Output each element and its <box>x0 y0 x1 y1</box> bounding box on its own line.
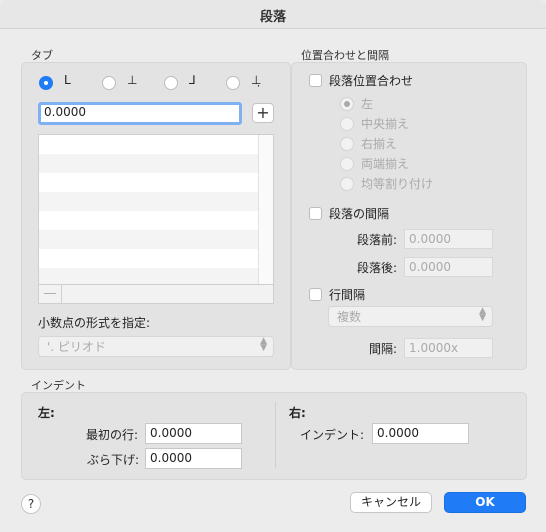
decimal-format-value: '. ピリオド <box>47 340 106 354</box>
paragraph-align-checkbox[interactable] <box>309 74 322 87</box>
tab-position-input[interactable]: 0.0000 <box>38 102 242 125</box>
space-before-label: 段落前: <box>357 233 398 247</box>
first-line-label: 最初の行: <box>86 428 139 442</box>
right-indent-input[interactable]: 0.0000 <box>372 423 469 444</box>
list-row[interactable] <box>39 211 273 230</box>
window-title: 段落 <box>259 10 286 25</box>
remove-tab-button[interactable]: — <box>39 285 62 303</box>
space-after-label: 段落後: <box>357 261 398 275</box>
align-justify-label: 両端揃え <box>361 157 410 171</box>
decimal-format-label: 小数点の形式を指定: <box>38 316 151 330</box>
align-right-radio[interactable] <box>340 137 354 151</box>
align-center-label: 中央揃え <box>361 117 410 131</box>
list-row[interactable] <box>39 230 273 249</box>
right-tab-icon: ⅃ <box>189 73 196 87</box>
left-tab-icon: L <box>64 73 71 87</box>
hanging-input[interactable]: 0.0000 <box>145 448 242 469</box>
title-bar: 段落 <box>0 0 546 29</box>
align-center-radio[interactable] <box>340 117 354 131</box>
align-left-label: 左 <box>361 97 374 111</box>
align-justify-radio[interactable] <box>340 157 354 171</box>
line-spacing-label: 行間隔 <box>329 288 366 302</box>
paragraph-dialog: 段落 タブ L ⊥ ⅃ ⊥̣ 0.0000 + — 小数点の形式を指定: '. … <box>0 0 546 532</box>
chevron-updown-icon: ▲ ▼ <box>479 306 486 323</box>
align-left-radio[interactable] <box>340 97 354 111</box>
tabs-group-title: タブ <box>31 49 53 62</box>
center-tab-icon: ⊥ <box>127 73 138 87</box>
list-row[interactable] <box>39 249 273 268</box>
list-toolbar: — <box>38 285 274 304</box>
align-right-label: 右揃え <box>361 137 398 151</box>
indent-divider <box>275 402 276 468</box>
align-distribute-radio[interactable] <box>340 177 354 191</box>
help-button[interactable]: ? <box>21 494 41 514</box>
list-row[interactable] <box>39 173 273 192</box>
list-row[interactable] <box>39 192 273 211</box>
line-spacing-mode-value: 複数 <box>337 310 362 324</box>
tab-stop-decimal-radio[interactable] <box>226 76 240 90</box>
list-scrollbar[interactable] <box>258 135 273 284</box>
tab-stop-left-radio[interactable] <box>39 76 53 90</box>
tab-stop-right-radio[interactable] <box>164 76 178 90</box>
line-spacing-mode-select[interactable]: 複数 ▲ ▼ <box>328 306 493 327</box>
space-after-input[interactable]: 0.0000 <box>404 257 493 277</box>
tab-stops-list[interactable] <box>38 134 274 285</box>
line-spacing-value-label: 間隔: <box>369 342 398 356</box>
tab-stop-center-radio[interactable] <box>102 76 116 90</box>
right-indent-heading: 右: <box>289 406 306 420</box>
align-distribute-label: 均等割り付け <box>361 177 434 191</box>
add-tab-button[interactable]: + <box>252 103 274 123</box>
list-row[interactable] <box>39 268 273 284</box>
chevron-updown-icon: ▲ ▼ <box>260 336 267 353</box>
space-before-input[interactable]: 0.0000 <box>404 229 493 249</box>
paragraph-align-label: 段落位置合わせ <box>329 74 414 88</box>
line-spacing-checkbox[interactable] <box>309 288 322 301</box>
left-indent-heading: 左: <box>38 406 55 420</box>
paragraph-spacing-label: 段落の間隔 <box>329 207 390 221</box>
cancel-button[interactable]: キャンセル <box>350 492 432 513</box>
decimal-tab-icon: ⊥̣ <box>251 73 262 87</box>
decimal-format-select[interactable]: '. ピリオド ▲ ▼ <box>38 336 274 357</box>
paragraph-spacing-checkbox[interactable] <box>309 207 322 220</box>
list-row[interactable] <box>39 135 273 154</box>
alignment-group-title: 位置合わせと間隔 <box>301 49 389 62</box>
first-line-input[interactable]: 0.0000 <box>145 423 242 444</box>
right-indent-label: インデント: <box>300 428 365 442</box>
ok-button[interactable]: OK <box>444 492 526 513</box>
list-row[interactable] <box>39 154 273 173</box>
indent-group-title: インデント <box>31 379 86 392</box>
hanging-label: ぶら下げ: <box>87 453 140 467</box>
line-spacing-input[interactable]: 1.0000x <box>404 338 493 358</box>
